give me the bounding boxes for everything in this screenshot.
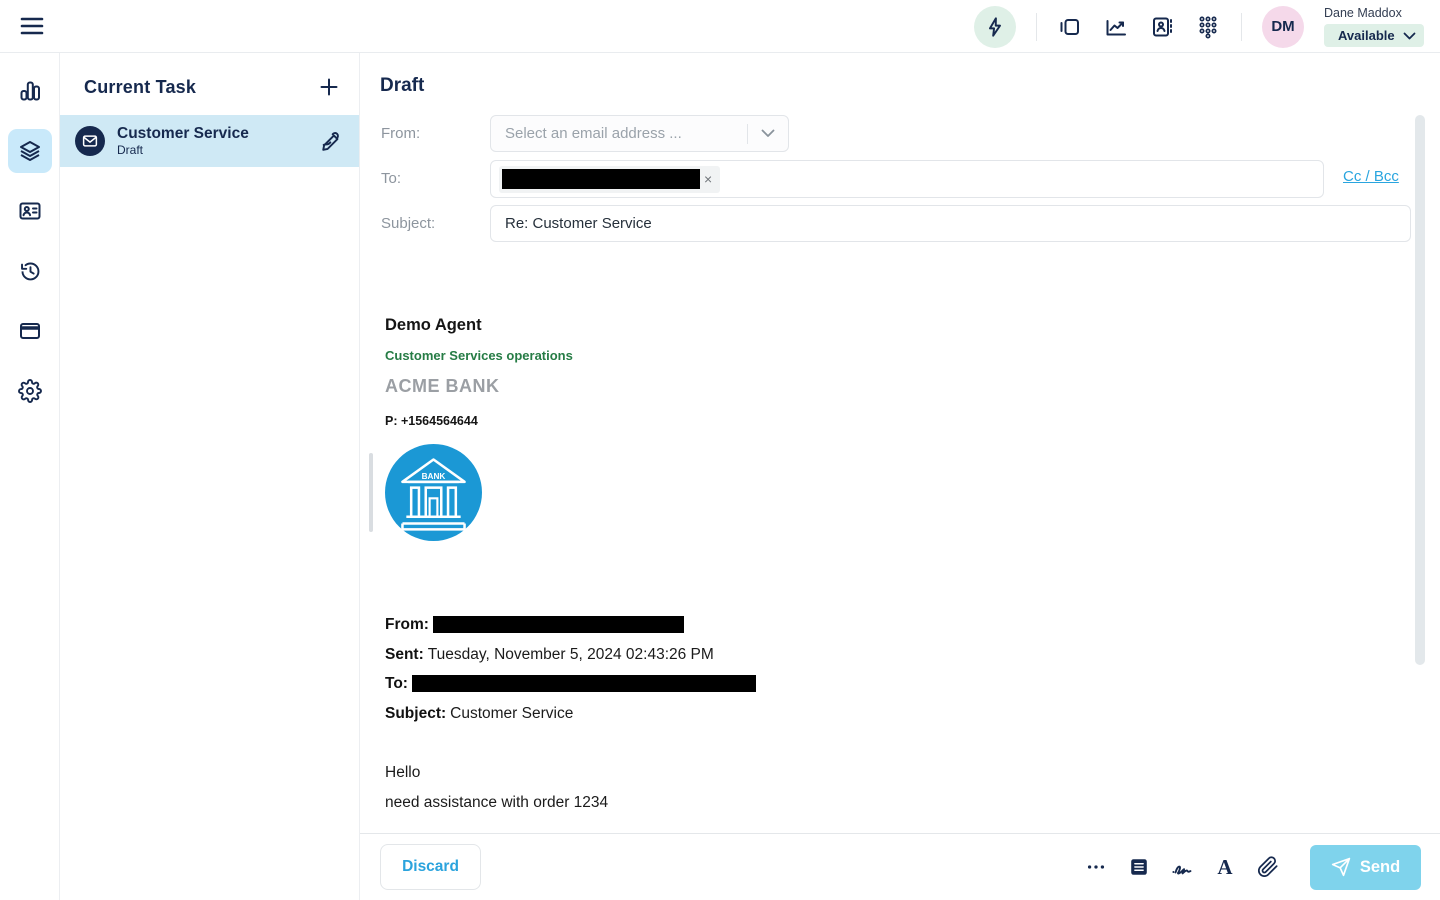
remove-recipient-icon[interactable]: × bbox=[700, 170, 716, 188]
vertical-scrollbar[interactable] bbox=[1415, 115, 1425, 665]
signature-company: ACME BANK bbox=[385, 376, 1285, 397]
performance-chart-icon[interactable] bbox=[1103, 14, 1129, 40]
compose-pen-icon[interactable] bbox=[320, 130, 343, 153]
topbar-divider bbox=[1036, 13, 1037, 41]
history-clock-icon bbox=[18, 259, 42, 283]
user-block: Dane Maddox Available bbox=[1324, 6, 1424, 47]
status-dropdown[interactable]: Available bbox=[1324, 24, 1424, 47]
font-style-icon[interactable]: A bbox=[1212, 854, 1238, 880]
email-task-avatar bbox=[75, 126, 105, 156]
task-item-title: Customer Service bbox=[117, 125, 320, 143]
sidebar-item-history[interactable] bbox=[8, 249, 52, 293]
send-button[interactable]: Send bbox=[1310, 845, 1421, 890]
quoted-subject-label: Subject: bbox=[385, 699, 446, 729]
bank-logo: BANK bbox=[385, 444, 482, 541]
compose-toolbar: Discard A bbox=[360, 833, 1440, 900]
user-avatar[interactable]: DM bbox=[1262, 6, 1304, 48]
redacted-recipient-address bbox=[502, 169, 700, 189]
from-address-select[interactable]: Select an email address ... bbox=[490, 115, 789, 152]
more-options-icon[interactable] bbox=[1083, 854, 1109, 880]
topbar-actions: DM Dane Maddox Available bbox=[974, 0, 1424, 53]
sidebar-item-settings[interactable] bbox=[8, 369, 52, 413]
quoted-to-label: To: bbox=[385, 669, 408, 699]
draft-editor: Draft From: Select an email address ... … bbox=[360, 53, 1440, 900]
layers-icon bbox=[18, 139, 42, 163]
task-panel-title: Current Task bbox=[84, 77, 196, 98]
task-list-item[interactable]: Customer Service Draft bbox=[60, 115, 359, 167]
quick-actions-lightning-icon[interactable] bbox=[974, 6, 1016, 48]
plus-icon bbox=[317, 75, 341, 99]
redacted-sender-address bbox=[433, 616, 684, 633]
signature-phone: P: +1564564644 bbox=[385, 414, 1285, 428]
to-recipients-input[interactable]: × bbox=[490, 160, 1324, 198]
bank-logo-label: BANK bbox=[422, 472, 446, 481]
browser-window-icon bbox=[18, 319, 42, 343]
topbar-divider bbox=[1241, 13, 1242, 41]
signature-role: Customer Services operations bbox=[385, 348, 1285, 363]
quoted-body-line: need assistance with order 1234 bbox=[385, 788, 756, 818]
contact-card-icon bbox=[18, 199, 42, 223]
current-task-panel: Current Task Customer Service Draft bbox=[60, 53, 360, 900]
status-label: Available bbox=[1338, 28, 1395, 43]
hamburger-menu-icon[interactable] bbox=[16, 10, 48, 42]
top-bar: DM Dane Maddox Available bbox=[0, 0, 1440, 53]
quoted-sent-value: Tuesday, November 5, 2024 02:43:26 PM bbox=[428, 640, 714, 670]
contacts-book-icon[interactable] bbox=[1149, 14, 1175, 40]
redacted-to-address bbox=[412, 675, 756, 692]
email-body[interactable]: Demo Agent Customer Services operations … bbox=[385, 316, 1285, 541]
from-label: From: bbox=[381, 125, 420, 142]
sidebar-item-tasks[interactable] bbox=[8, 129, 52, 173]
left-icon-rail bbox=[0, 53, 60, 900]
quoted-subject-value: Customer Service bbox=[450, 699, 573, 729]
envelope-icon bbox=[81, 132, 99, 150]
paper-plane-icon bbox=[1331, 857, 1351, 877]
recipient-chip: × bbox=[499, 166, 720, 193]
from-select-placeholder: Select an email address ... bbox=[491, 125, 747, 142]
sidebar-item-browser[interactable] bbox=[8, 309, 52, 353]
quoted-from-label: From: bbox=[385, 610, 429, 640]
gear-icon bbox=[18, 379, 42, 403]
signature-icon[interactable] bbox=[1169, 854, 1195, 880]
discard-button[interactable]: Discard bbox=[380, 844, 481, 890]
to-label: To: bbox=[381, 170, 401, 187]
response-template-icon[interactable] bbox=[1126, 854, 1152, 880]
subject-input[interactable] bbox=[490, 205, 1411, 242]
cc-bcc-link[interactable]: Cc / Bcc bbox=[1343, 168, 1399, 185]
panels-view-icon[interactable] bbox=[1057, 14, 1083, 40]
signature-name: Demo Agent bbox=[385, 316, 1285, 335]
user-name: Dane Maddox bbox=[1324, 6, 1424, 20]
resize-handle[interactable] bbox=[369, 453, 373, 532]
sidebar-item-dashboard[interactable] bbox=[8, 69, 52, 113]
bar-chart-icon bbox=[18, 79, 42, 103]
attachment-paperclip-icon[interactable] bbox=[1255, 854, 1281, 880]
dialpad-grid-icon[interactable] bbox=[1195, 14, 1221, 40]
task-item-subtitle: Draft bbox=[117, 143, 320, 157]
page-title: Draft bbox=[380, 75, 424, 97]
quoted-sent-label: Sent: bbox=[385, 640, 424, 670]
quoted-body-line: Hello bbox=[385, 758, 756, 788]
font-glyph: A bbox=[1217, 857, 1232, 878]
sidebar-item-contacts[interactable] bbox=[8, 189, 52, 233]
chevron-down-icon bbox=[761, 129, 775, 138]
add-task-button[interactable] bbox=[317, 75, 341, 99]
quoted-email: From: Sent: Tuesday, November 5, 2024 02… bbox=[385, 610, 756, 817]
chevron-down-icon bbox=[1403, 32, 1416, 40]
subject-label: Subject: bbox=[381, 215, 435, 232]
send-label: Send bbox=[1360, 858, 1400, 877]
